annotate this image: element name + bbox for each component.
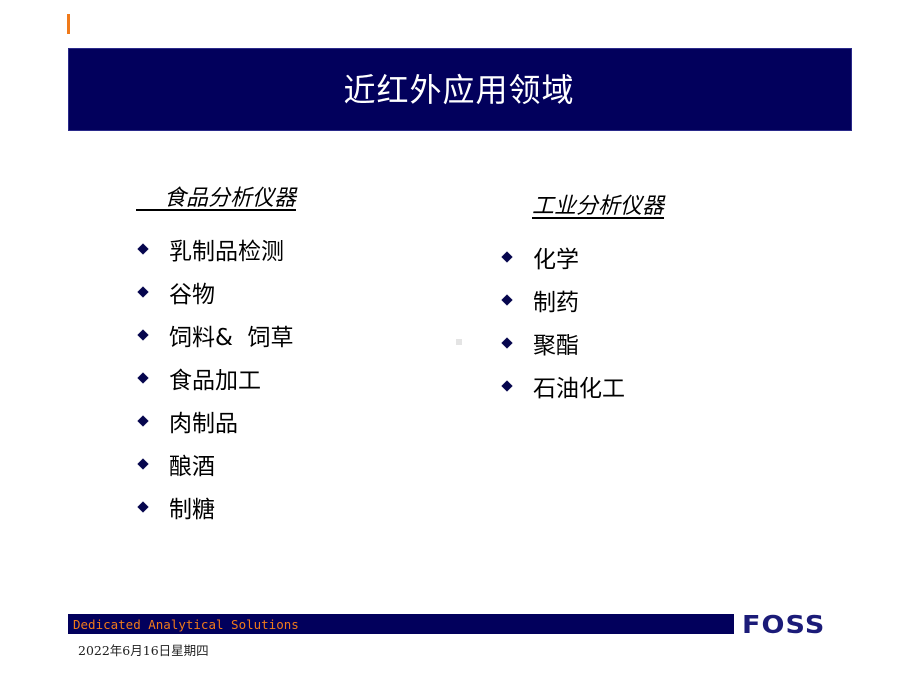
slide-date: 2022年6月16日星期四	[78, 643, 209, 658]
placeholder-dot	[456, 339, 462, 345]
footer-tagline: Dedicated Analytical Solutions	[73, 616, 299, 632]
industrial-analysis-list: 化学 制药 聚酯 石油化工	[500, 235, 664, 407]
diamond-bullet-icon	[137, 243, 149, 255]
diamond-bullet-icon	[501, 251, 513, 263]
orange-accent-mark	[67, 14, 70, 34]
list-item: 饲料& 饲草	[136, 313, 296, 356]
diamond-bullet-icon	[137, 372, 149, 384]
diamond-bullet-icon	[137, 286, 149, 298]
food-analysis-list: 乳制品检测 谷物 饲料& 饲草 食品加工 肉制品 酿酒 制糖	[136, 227, 296, 528]
diamond-bullet-icon	[501, 294, 513, 306]
list-item: 石油化工	[500, 364, 664, 407]
diamond-bullet-icon	[137, 415, 149, 427]
diamond-bullet-icon	[137, 458, 149, 470]
list-item: 肉制品	[136, 399, 296, 442]
list-item: 食品加工	[136, 356, 296, 399]
slide-title: 近红外应用领域	[343, 70, 575, 109]
diamond-bullet-icon	[137, 329, 149, 341]
list-item: 酿酒	[136, 442, 296, 485]
list-item: 乳制品检测	[136, 227, 296, 270]
foss-logo: FOSS	[742, 609, 826, 639]
diamond-bullet-icon	[501, 380, 513, 392]
diamond-bullet-icon	[501, 337, 513, 349]
food-analysis-column: 食品分析仪器 乳制品检测 谷物 饲料& 饲草 食品加工 肉制品 酿酒 制糖	[136, 184, 296, 528]
diamond-bullet-icon	[137, 501, 149, 513]
list-item: 制糖	[136, 485, 296, 528]
list-item: 化学	[500, 235, 664, 278]
title-banner: 近红外应用领域	[68, 48, 852, 131]
footer-bar: Dedicated Analytical Solutions	[68, 614, 734, 634]
industrial-analysis-column: 工业分析仪器 化学 制药 聚酯 石油化工	[500, 192, 664, 407]
food-analysis-heading: 食品分析仪器	[136, 186, 296, 211]
list-item: 谷物	[136, 270, 296, 313]
list-item: 聚酯	[500, 321, 664, 364]
industrial-analysis-heading: 工业分析仪器	[532, 194, 665, 219]
list-item: 制药	[500, 278, 664, 321]
